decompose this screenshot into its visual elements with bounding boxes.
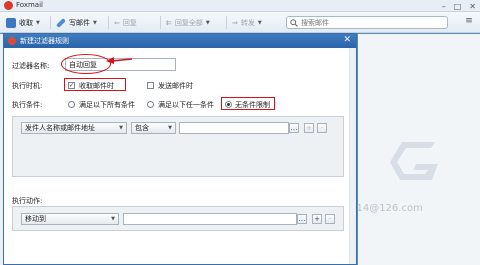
- reply-all-button[interactable]: ⇇ 回复全部 ▼: [166, 16, 210, 29]
- compose-button[interactable]: 写邮件 ▼: [56, 16, 97, 29]
- action-more-button[interactable]: …: [297, 214, 307, 224]
- chevron-down-icon: ▼: [168, 125, 172, 131]
- receive-button[interactable]: 收取 ▼: [6, 16, 40, 29]
- chevron-down-icon[interactable]: ▼: [36, 20, 40, 26]
- main-toolbar: 收取 ▼ 写邮件 ▼ ⇐ 回复 ⇇ 回复全部 ▼ ⇒ 转发 ▼ ≡: [0, 12, 480, 33]
- foxmail-logo-icon: [8, 37, 16, 45]
- remove-action-button[interactable]: -: [325, 214, 335, 224]
- cond-all-label: 满足以下所有条件: [79, 101, 135, 109]
- remove-condition-button[interactable]: -: [317, 123, 327, 133]
- maximize-icon[interactable]: □: [454, 2, 462, 11]
- dialog-titlebar: 新建过滤器规则 ✕: [4, 34, 356, 48]
- app-title: Foxmail: [16, 1, 43, 9]
- dialog-body: 过滤器名称: 自动回复 执行时机: ✓ 收取邮件时 发送邮件时 执行条件: 满足…: [4, 48, 356, 264]
- add-action-button[interactable]: +: [312, 214, 322, 224]
- search-icon: [290, 18, 298, 27]
- actions-label: 执行动作:: [12, 197, 43, 205]
- reply-icon: ⇐: [114, 18, 120, 27]
- chevron-down-icon: ▼: [111, 216, 115, 222]
- search-input[interactable]: [301, 18, 441, 27]
- cond-operator-select[interactable]: 包含 ▼: [131, 122, 176, 134]
- conditions-panel: 发件人名称或邮件地址 ▼ 包含 ▼ … + -: [12, 116, 344, 177]
- cond-any-radio[interactable]: [147, 101, 154, 108]
- dialog-scrollbar[interactable]: [349, 48, 356, 264]
- exec-time-label: 执行时机:: [12, 82, 43, 90]
- annotation-oval: [61, 54, 111, 74]
- add-condition-button[interactable]: +: [304, 123, 314, 133]
- annotation-box: [64, 78, 126, 91]
- cond-field-select[interactable]: 发件人名称或邮件地址 ▼: [21, 122, 127, 134]
- chevron-down-icon[interactable]: ▼: [93, 20, 97, 26]
- on-send-checkbox[interactable]: [147, 82, 154, 89]
- pen-icon: [56, 17, 66, 28]
- filter-name-label: 过滤器名称:: [12, 62, 50, 70]
- close-icon[interactable]: ✕: [343, 35, 351, 45]
- toolbar-divider: [50, 16, 51, 29]
- toolbar-divider: [108, 16, 109, 29]
- chevron-down-icon: ▼: [119, 125, 123, 131]
- window-controls: – □ ✕: [442, 0, 476, 12]
- on-send-label: 发送邮件时: [158, 82, 193, 90]
- cond-all-radio[interactable]: [68, 101, 75, 108]
- toolbar-divider: [226, 16, 227, 29]
- dialog-title: 新建过滤器规则: [20, 37, 69, 45]
- mailbox-icon: [6, 17, 16, 28]
- chevron-down-icon[interactable]: ▼: [206, 20, 210, 26]
- exec-cond-label: 执行条件:: [12, 101, 43, 109]
- app-titlebar: Foxmail – □ ✕: [0, 0, 480, 12]
- foxmail-logo-icon: [4, 1, 13, 10]
- toolbar-divider: [160, 16, 161, 29]
- forward-icon: ⇒: [232, 18, 238, 27]
- reply-button[interactable]: ⇐ 回复: [114, 16, 137, 29]
- search-box[interactable]: [286, 16, 448, 29]
- cond-more-button[interactable]: …: [289, 123, 299, 133]
- watermark-logo-icon: [390, 142, 438, 180]
- annotation-arrow-icon: [106, 57, 132, 64]
- reply-all-icon: ⇇: [166, 18, 172, 27]
- cond-value-field[interactable]: [179, 122, 289, 134]
- minimize-icon[interactable]: –: [442, 2, 446, 11]
- annotation-box: [221, 97, 275, 110]
- chevron-down-icon[interactable]: ▼: [258, 20, 262, 26]
- actions-panel: 移动到 ▼ … + -: [12, 206, 344, 231]
- close-icon[interactable]: ✕: [469, 2, 476, 11]
- filter-rule-dialog: 新建过滤器规则 ✕ 过滤器名称: 自动回复 执行时机: ✓ 收取邮件时 发送邮件…: [3, 33, 357, 265]
- action-target-field[interactable]: [123, 213, 297, 225]
- cond-any-label: 满足以下任一条件: [158, 101, 214, 109]
- forward-button[interactable]: ⇒ 转发 ▼: [232, 16, 262, 29]
- menu-icon[interactable]: ≡: [464, 17, 474, 27]
- action-type-select[interactable]: 移动到 ▼: [21, 213, 119, 225]
